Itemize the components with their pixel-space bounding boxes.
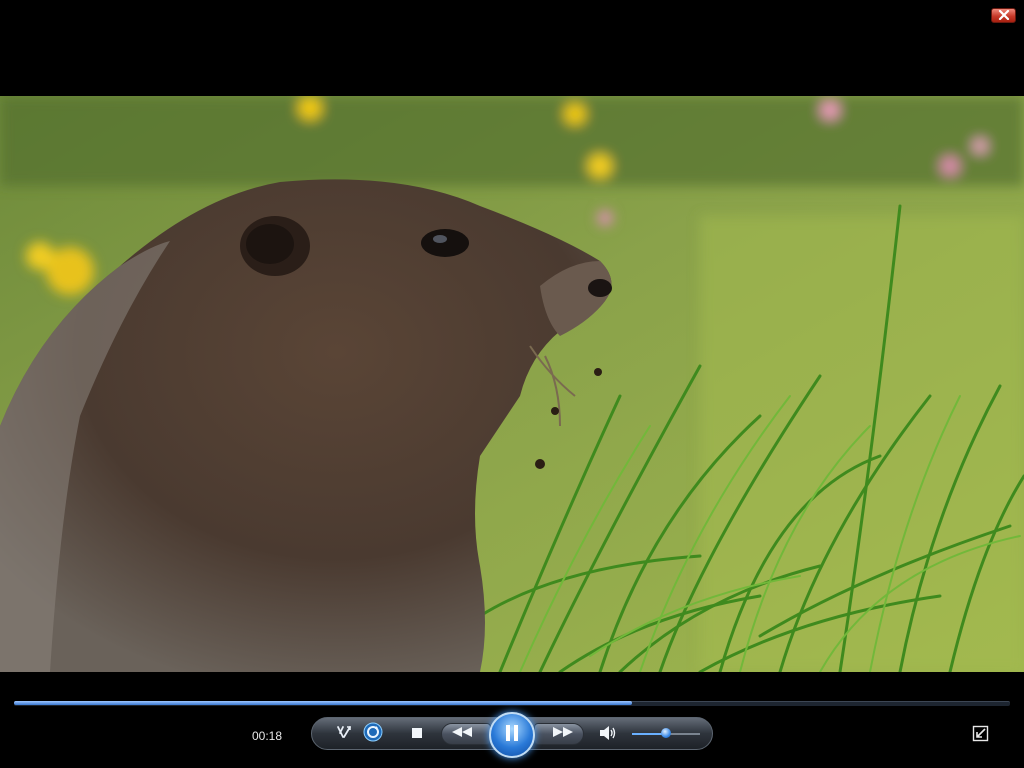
exit-fullscreen-icon [972,725,989,746]
volume-icon [599,725,617,746]
close-button[interactable] [991,8,1016,23]
pause-icon [504,724,520,747]
seek-bar[interactable] [14,699,1010,708]
next-icon [552,725,574,743]
volume-slider[interactable] [632,728,700,740]
volume-thumb[interactable] [661,728,671,738]
previous-button[interactable] [441,723,491,745]
stop-button[interactable] [408,726,426,744]
exit-fullscreen-button[interactable] [972,725,989,742]
stop-icon [411,726,423,744]
media-player: 00:18 [0,0,1024,768]
play-pause-button[interactable] [489,712,535,758]
repeat-icon [363,722,383,747]
close-icon [998,7,1010,25]
repeat-button[interactable] [362,722,384,747]
transport-controls [311,712,713,758]
shuffle-icon [336,724,352,745]
mute-button[interactable] [598,725,618,745]
shuffle-button[interactable] [334,724,354,744]
elapsed-time: 00:18 [252,729,283,743]
video-frame[interactable] [0,96,1024,672]
previous-icon [451,725,473,743]
seek-progress [14,701,632,705]
next-button[interactable] [534,723,584,745]
